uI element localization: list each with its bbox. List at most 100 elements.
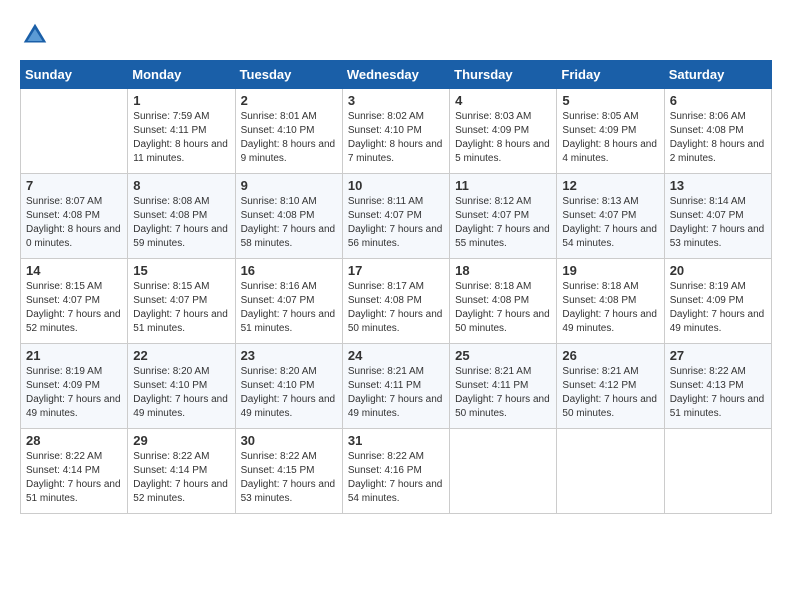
day-number: 15: [133, 263, 229, 278]
calendar-cell: 23 Sunrise: 8:20 AMSunset: 4:10 PMDayligh…: [235, 344, 342, 429]
cell-info: Sunrise: 8:16 AMSunset: 4:07 PMDaylight:…: [241, 280, 337, 336]
day-number: 11: [455, 178, 551, 193]
logo-icon: [20, 20, 50, 50]
day-number: 14: [26, 263, 122, 278]
calendar-cell: 24 Sunrise: 8:21 AMSunset: 4:11 PMDayligh…: [342, 344, 449, 429]
calendar-cell: 26Sunrise: 8:21 AMSunset: 4:12 PMDayligh…: [557, 344, 664, 429]
calendar-cell: 13Sunrise: 8:14 AMSunset: 4:07 PMDayligh…: [664, 174, 771, 259]
day-header-wednesday: Wednesday: [342, 61, 449, 89]
calendar-cell: 30Sunrise: 8:22 AMSunset: 4:15 PMDayligh…: [235, 429, 342, 514]
day-number: 20: [670, 263, 766, 278]
day-number: 3: [348, 93, 444, 108]
cell-info: Sunrise: 7:59 AMSunset: 4:11 PMDaylight:…: [133, 110, 229, 166]
calendar-cell: 22Sunrise: 8:20 AMSunset: 4:10 PMDayligh…: [128, 344, 235, 429]
day-header-sunday: Sunday: [21, 61, 128, 89]
day-number: 28: [26, 433, 122, 448]
cell-info: Sunrise: 8:07 AMSunset: 4:08 PMDaylight:…: [26, 195, 122, 251]
calendar-cell: 25 Sunrise: 8:21 AMSunset: 4:11 PMDayligh…: [450, 344, 557, 429]
day-header-saturday: Saturday: [664, 61, 771, 89]
day-number: 18: [455, 263, 551, 278]
cell-info: Sunrise: 8:17 AMSunset: 4:08 PMDaylight:…: [348, 280, 444, 336]
cell-info: Sunrise: 8:21 AMSunset: 4:11 PMDaylight:…: [348, 365, 444, 421]
day-number: 16: [241, 263, 337, 278]
day-number: 19: [562, 263, 658, 278]
cell-info: Sunrise: 8:08 AMSunset: 4:08 PMDaylight:…: [133, 195, 229, 251]
day-number: 26: [562, 348, 658, 363]
page-header: [20, 20, 772, 50]
cell-info: Sunrise: 8:18 AMSunset: 4:08 PMDaylight:…: [562, 280, 658, 336]
cell-info: Sunrise: 8:18 AMSunset: 4:08 PMDaylight:…: [455, 280, 551, 336]
day-number: 25: [455, 348, 551, 363]
day-number: 5: [562, 93, 658, 108]
day-number: 10: [348, 178, 444, 193]
calendar-cell: [557, 429, 664, 514]
cell-info: Sunrise: 8:20 AMSunset: 4:10 PMDaylight:…: [133, 365, 229, 421]
day-number: 13: [670, 178, 766, 193]
cell-info: Sunrise: 8:22 AMSunset: 4:14 PMDaylight:…: [133, 450, 229, 506]
header-row: SundayMondayTuesdayWednesdayThursdayFrid…: [21, 61, 772, 89]
calendar-cell: 11 Sunrise: 8:12 AMSunset: 4:07 PMDayligh…: [450, 174, 557, 259]
calendar-cell: 5 Sunrise: 8:05 AMSunset: 4:09 PMDaylight…: [557, 89, 664, 174]
cell-info: Sunrise: 8:19 AMSunset: 4:09 PMDaylight:…: [670, 280, 766, 336]
cell-info: Sunrise: 8:22 AMSunset: 4:16 PMDaylight:…: [348, 450, 444, 506]
day-number: 1: [133, 93, 229, 108]
calendar-cell: [21, 89, 128, 174]
calendar-cell: 18 Sunrise: 8:18 AMSunset: 4:08 PMDayligh…: [450, 259, 557, 344]
cell-info: Sunrise: 8:11 AMSunset: 4:07 PMDaylight:…: [348, 195, 444, 251]
cell-info: Sunrise: 8:02 AMSunset: 4:10 PMDaylight:…: [348, 110, 444, 166]
calendar-cell: 15 Sunrise: 8:15 AMSunset: 4:07 PMDayligh…: [128, 259, 235, 344]
cell-info: Sunrise: 8:20 AMSunset: 4:10 PMDaylight:…: [241, 365, 337, 421]
calendar-cell: 20 Sunrise: 8:19 AMSunset: 4:09 PMDayligh…: [664, 259, 771, 344]
day-header-monday: Monday: [128, 61, 235, 89]
day-number: 7: [26, 178, 122, 193]
cell-info: Sunrise: 8:15 AMSunset: 4:07 PMDaylight:…: [26, 280, 122, 336]
day-number: 9: [241, 178, 337, 193]
week-row-4: 28 Sunrise: 8:22 AMSunset: 4:14 PMDayligh…: [21, 429, 772, 514]
calendar-cell: 31 Sunrise: 8:22 AMSunset: 4:16 PMDayligh…: [342, 429, 449, 514]
logo: [20, 20, 54, 50]
calendar-cell: 3 Sunrise: 8:02 AMSunset: 4:10 PMDaylight…: [342, 89, 449, 174]
day-header-friday: Friday: [557, 61, 664, 89]
cell-info: Sunrise: 8:05 AMSunset: 4:09 PMDaylight:…: [562, 110, 658, 166]
calendar-table: SundayMondayTuesdayWednesdayThursdayFrid…: [20, 60, 772, 514]
week-row-0: 1 Sunrise: 7:59 AMSunset: 4:11 PMDaylight…: [21, 89, 772, 174]
day-number: 21: [26, 348, 122, 363]
calendar-cell: 1 Sunrise: 7:59 AMSunset: 4:11 PMDaylight…: [128, 89, 235, 174]
day-number: 6: [670, 93, 766, 108]
cell-info: Sunrise: 8:01 AMSunset: 4:10 PMDaylight:…: [241, 110, 337, 166]
calendar-cell: 9 Sunrise: 8:10 AMSunset: 4:08 PMDaylight…: [235, 174, 342, 259]
day-number: 23: [241, 348, 337, 363]
calendar-cell: [664, 429, 771, 514]
day-number: 4: [455, 93, 551, 108]
day-number: 29: [133, 433, 229, 448]
calendar-cell: 4 Sunrise: 8:03 AMSunset: 4:09 PMDaylight…: [450, 89, 557, 174]
cell-info: Sunrise: 8:03 AMSunset: 4:09 PMDaylight:…: [455, 110, 551, 166]
calendar-cell: 17Sunrise: 8:17 AMSunset: 4:08 PMDayligh…: [342, 259, 449, 344]
calendar-cell: 29 Sunrise: 8:22 AMSunset: 4:14 PMDayligh…: [128, 429, 235, 514]
calendar-cell: 27 Sunrise: 8:22 AMSunset: 4:13 PMDayligh…: [664, 344, 771, 429]
day-number: 2: [241, 93, 337, 108]
day-number: 30: [241, 433, 337, 448]
calendar-cell: 19 Sunrise: 8:18 AMSunset: 4:08 PMDayligh…: [557, 259, 664, 344]
cell-info: Sunrise: 8:15 AMSunset: 4:07 PMDaylight:…: [133, 280, 229, 336]
calendar-cell: 14 Sunrise: 8:15 AMSunset: 4:07 PMDayligh…: [21, 259, 128, 344]
calendar-cell: 7 Sunrise: 8:07 AMSunset: 4:08 PMDaylight…: [21, 174, 128, 259]
day-header-thursday: Thursday: [450, 61, 557, 89]
calendar-cell: 8 Sunrise: 8:08 AMSunset: 4:08 PMDaylight…: [128, 174, 235, 259]
cell-info: Sunrise: 8:12 AMSunset: 4:07 PMDaylight:…: [455, 195, 551, 251]
day-number: 24: [348, 348, 444, 363]
day-number: 27: [670, 348, 766, 363]
calendar-cell: 16 Sunrise: 8:16 AMSunset: 4:07 PMDayligh…: [235, 259, 342, 344]
calendar-cell: 12Sunrise: 8:13 AMSunset: 4:07 PMDayligh…: [557, 174, 664, 259]
cell-info: Sunrise: 8:21 AMSunset: 4:11 PMDaylight:…: [455, 365, 551, 421]
day-number: 31: [348, 433, 444, 448]
day-header-tuesday: Tuesday: [235, 61, 342, 89]
cell-info: Sunrise: 8:13 AMSunset: 4:07 PMDaylight:…: [562, 195, 658, 251]
week-row-3: 21 Sunrise: 8:19 AMSunset: 4:09 PMDayligh…: [21, 344, 772, 429]
calendar-cell: [450, 429, 557, 514]
day-number: 8: [133, 178, 229, 193]
cell-info: Sunrise: 8:22 AMSunset: 4:13 PMDaylight:…: [670, 365, 766, 421]
cell-info: Sunrise: 8:10 AMSunset: 4:08 PMDaylight:…: [241, 195, 337, 251]
calendar-cell: 21 Sunrise: 8:19 AMSunset: 4:09 PMDayligh…: [21, 344, 128, 429]
cell-info: Sunrise: 8:19 AMSunset: 4:09 PMDaylight:…: [26, 365, 122, 421]
